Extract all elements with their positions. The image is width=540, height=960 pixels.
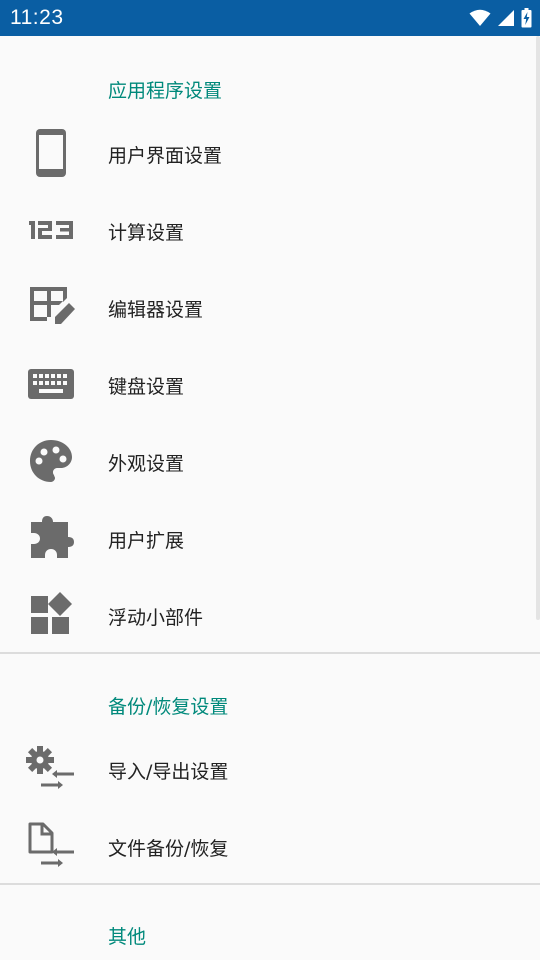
wifi-icon [469,9,491,27]
status-time: 11:23 [10,6,64,29]
menu-item-calculation-settings[interactable]: 计算设置 [0,192,540,269]
battery-charging-icon [521,8,532,28]
file-transfer-icon [24,819,78,873]
widgets-icon [24,588,78,642]
menu-item-appearance-settings[interactable]: 外观设置 [0,423,540,500]
menu-item-user-extensions[interactable]: 用户扩展 [0,500,540,577]
table-edit-icon [24,280,78,334]
section-header-backup-restore: 备份/恢复设置 [108,696,229,718]
menu-item-label: 用户界面设置 [108,145,223,167]
menu-item-floating-widgets[interactable]: 浮动小部件 [0,577,540,654]
settings-transfer-icon [24,742,78,796]
menu-item-file-backup-restore[interactable]: 文件备份/恢复 [0,808,540,885]
menu-item-label: 计算设置 [108,222,185,244]
section-header-app-settings: 应用程序设置 [108,80,223,102]
menu-item-label: 键盘设置 [108,376,185,398]
menu-item-keyboard-settings[interactable]: 键盘设置 [0,346,540,423]
keyboard-icon [24,357,78,411]
menu-item-label: 导入/导出设置 [108,761,229,783]
cell-signal-icon [497,9,515,27]
numeric-123-icon [24,203,78,257]
scrollbar[interactable] [536,36,540,620]
menu-item-label: 文件备份/恢复 [108,838,229,860]
phone-icon [24,126,78,180]
menu-item-ui-settings[interactable]: 用户界面设置 [0,115,540,192]
menu-item-label: 编辑器设置 [108,299,204,321]
menu-item-editor-settings[interactable]: 编辑器设置 [0,269,540,346]
menu-item-label: 用户扩展 [108,530,185,552]
menu-item-label: 外观设置 [108,453,185,475]
menu-item-label: 浮动小部件 [108,607,204,629]
section-header-other: 其他 [108,926,147,948]
palette-icon [24,434,78,488]
status-bar: 11:23 [0,0,540,36]
section-divider [0,652,540,654]
menu-item-import-export-settings[interactable]: 导入/导出设置 [0,731,540,808]
section-divider [0,883,540,885]
puzzle-icon [24,511,78,565]
